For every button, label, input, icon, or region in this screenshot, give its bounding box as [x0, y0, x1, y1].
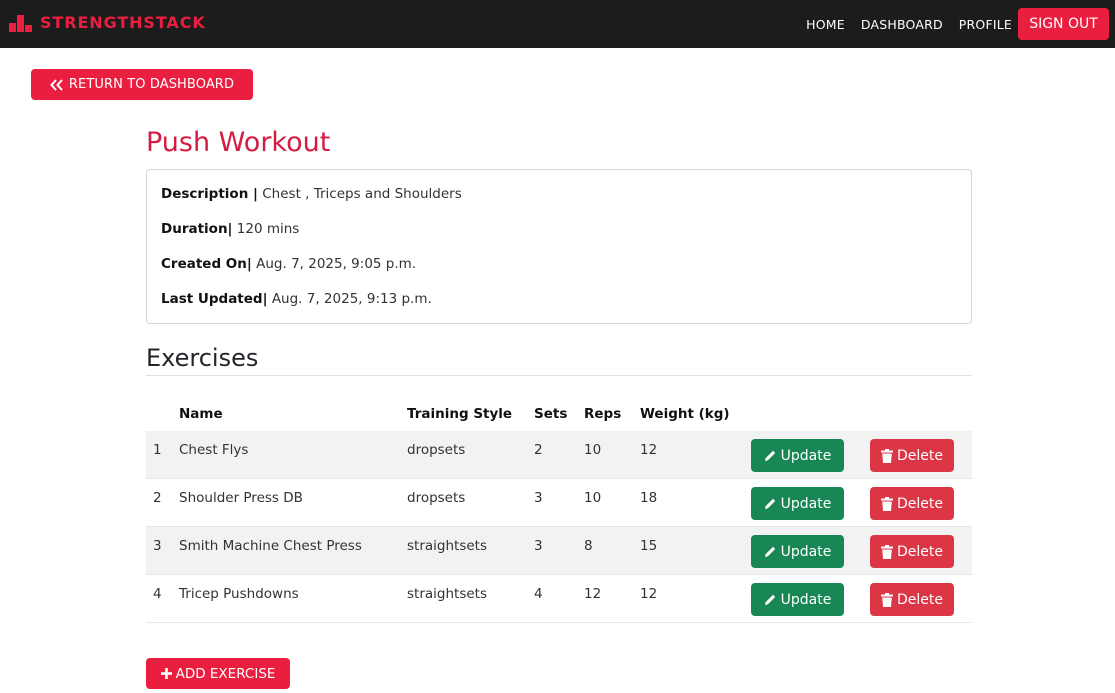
divider	[146, 375, 972, 376]
update-button[interactable]: Update	[751, 439, 844, 472]
update-label: Update	[780, 543, 832, 560]
exercise-sets: 3	[534, 490, 543, 506]
exercise-weight: 12	[640, 442, 658, 458]
update-button[interactable]: Update	[751, 583, 844, 616]
exercise-sets: 4	[534, 586, 543, 602]
pencil-icon	[764, 546, 775, 557]
nav-links: HOME DASHBOARD PROFILE SIGN OUT	[806, 0, 1115, 48]
exercise-training-style: dropsets	[407, 490, 466, 506]
exercise-training-style: straightsets	[407, 538, 487, 554]
row-number: 3	[153, 538, 162, 554]
detail-value: Chest , Triceps and Shoulders	[262, 186, 462, 202]
exercise-sets: 2	[534, 442, 543, 458]
workout-details-card: Description | Chest , Triceps and Should…	[146, 169, 972, 324]
exercise-name: Chest Flys	[179, 442, 249, 458]
column-header-training-style: Training Style	[407, 406, 513, 422]
add-exercise-button[interactable]: ADD EXERCISE	[146, 658, 290, 689]
detail-label: Created On|	[161, 256, 252, 272]
add-exercise-label: ADD EXERCISE	[175, 665, 276, 682]
trash-icon	[881, 496, 893, 511]
update-button[interactable]: Update	[751, 535, 844, 568]
detail-label: Last Updated|	[161, 291, 268, 307]
trash-icon	[881, 544, 893, 559]
column-header-sets: Sets	[534, 406, 568, 422]
detail-value: 120 mins	[236, 221, 300, 237]
trash-icon	[881, 592, 893, 607]
row-number: 4	[153, 586, 162, 602]
delete-button[interactable]: Delete	[870, 439, 954, 472]
nav-home-link[interactable]: HOME	[806, 17, 845, 32]
detail-created-on: Created On| Aug. 7, 2025, 9:05 p.m.	[161, 256, 416, 272]
update-label: Update	[780, 495, 832, 512]
exercise-reps: 10	[584, 442, 602, 458]
delete-label: Delete	[897, 495, 943, 512]
delete-label: Delete	[897, 447, 943, 464]
brand-name: STRENGTHSTACK	[40, 12, 206, 32]
update-label: Update	[780, 447, 832, 464]
exercise-name: Shoulder Press DB	[179, 490, 303, 506]
nav-profile-link[interactable]: PROFILE	[959, 17, 1012, 32]
workout-title: Push Workout	[146, 127, 331, 158]
table-row: 1 Chest Flys dropsets 2 10 12 Update Del…	[146, 431, 972, 479]
delete-button[interactable]: Delete	[870, 487, 954, 520]
detail-description: Description | Chest , Triceps and Should…	[161, 186, 462, 202]
table-row: 4 Tricep Pushdowns straightsets 4 12 12 …	[146, 575, 972, 623]
detail-value: Aug. 7, 2025, 9:13 p.m.	[271, 291, 432, 307]
detail-last-updated: Last Updated| Aug. 7, 2025, 9:13 p.m.	[161, 291, 432, 307]
column-header-weight: Weight (kg)	[640, 406, 730, 422]
exercise-reps: 8	[584, 538, 593, 554]
exercise-training-style: straightsets	[407, 586, 487, 602]
podium-icon	[9, 12, 33, 32]
trash-icon	[881, 448, 893, 463]
delete-label: Delete	[897, 591, 943, 608]
detail-label: Description |	[161, 186, 258, 202]
exercise-weight: 12	[640, 586, 658, 602]
table-row: 3 Smith Machine Chest Press straightsets…	[146, 527, 972, 575]
exercise-training-style: dropsets	[407, 442, 466, 458]
column-header-name: Name	[179, 406, 223, 422]
pencil-icon	[764, 498, 775, 509]
return-to-dashboard-button[interactable]: RETURN TO DASHBOARD	[31, 69, 253, 100]
exercise-reps: 10	[584, 490, 602, 506]
detail-value: Aug. 7, 2025, 9:05 p.m.	[256, 256, 417, 272]
column-header-reps: Reps	[584, 406, 622, 422]
detail-label: Duration|	[161, 221, 233, 237]
exercise-name: Tricep Pushdowns	[179, 586, 299, 602]
sign-out-button[interactable]: SIGN OUT	[1018, 8, 1109, 40]
detail-duration: Duration| 120 mins	[161, 221, 299, 237]
brand-logo[interactable]: STRENGTHSTACK	[9, 12, 206, 32]
double-chevron-left-icon	[50, 78, 63, 91]
nav-dashboard-link[interactable]: DASHBOARD	[861, 17, 943, 32]
pencil-icon	[764, 450, 775, 461]
table-row: 2 Shoulder Press DB dropsets 3 10 18 Upd…	[146, 479, 972, 527]
exercise-reps: 12	[584, 586, 602, 602]
delete-label: Delete	[897, 543, 943, 560]
row-number: 2	[153, 490, 162, 506]
update-button[interactable]: Update	[751, 487, 844, 520]
exercise-name: Smith Machine Chest Press	[179, 538, 362, 554]
exercise-weight: 18	[640, 490, 658, 506]
update-label: Update	[780, 591, 832, 608]
return-button-label: RETURN TO DASHBOARD	[68, 77, 235, 92]
exercise-weight: 15	[640, 538, 658, 554]
row-number: 1	[153, 442, 162, 458]
pencil-icon	[764, 594, 775, 605]
exercises-heading: Exercises	[146, 344, 259, 372]
plus-icon	[160, 668, 172, 679]
navbar: STRENGTHSTACK HOME DASHBOARD PROFILE SIG…	[0, 0, 1115, 48]
delete-button[interactable]: Delete	[870, 535, 954, 568]
exercise-sets: 3	[534, 538, 543, 554]
delete-button[interactable]: Delete	[870, 583, 954, 616]
